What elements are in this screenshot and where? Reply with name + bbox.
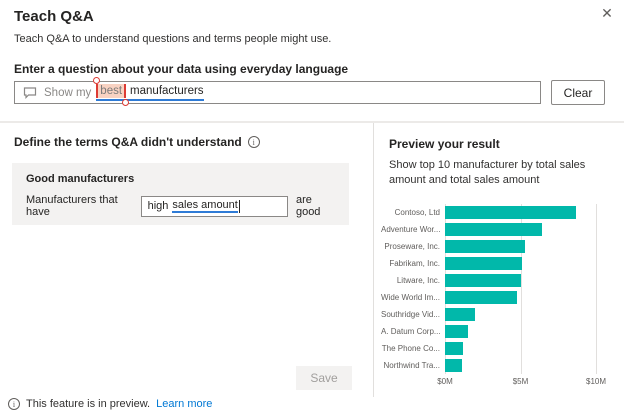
- chart-gridline: [596, 204, 597, 374]
- chart-category-label: Southridge Vid...: [381, 306, 445, 323]
- term-definition-row: Manufacturers that have highsales amount…: [26, 194, 335, 218]
- define-terms-heading-text: Define the terms Q&A didn't understand: [14, 135, 242, 149]
- close-icon: ✕: [601, 5, 613, 21]
- teach-qa-dialog: ✕ Teach Q&A Teach Q&A to understand ques…: [0, 0, 624, 418]
- x-axis-tick-label: $10M: [586, 377, 606, 386]
- chart-category-label: Northwind Tra...: [381, 357, 445, 374]
- question-term-group: best manufacturers: [96, 84, 203, 101]
- preview-description: Show top 10 manufacturer by total sales …: [389, 158, 621, 189]
- x-axis-tick-label: $5M: [513, 377, 529, 386]
- close-button[interactable]: ✕: [596, 2, 618, 24]
- definition-input[interactable]: highsales amount: [141, 196, 288, 217]
- text-caret: [239, 200, 240, 213]
- preview-notice-text: This feature is in preview.: [26, 398, 150, 410]
- chart-category-label: Litware, Inc.: [381, 272, 445, 289]
- definition-suffix-label: are good: [296, 194, 335, 218]
- chart-category-label: Proseware, Inc.: [381, 238, 445, 255]
- term-definition-card: Good manufacturers Manufacturers that ha…: [12, 163, 349, 225]
- term-card-title: Good manufacturers: [26, 173, 335, 185]
- preview-bar-chart: Contoso, LtdAdventure Wor...Proseware, I…: [381, 204, 596, 391]
- vertical-divider: [373, 123, 374, 397]
- chart-category-label: The Phone Co...: [381, 340, 445, 357]
- definition-input-text: high: [148, 200, 169, 212]
- horizontal-divider: [0, 121, 624, 123]
- chart-category-label: Contoso, Ltd: [381, 204, 445, 221]
- chart-bar[interactable]: [445, 223, 542, 236]
- question-recognized-term[interactable]: manufacturers: [130, 85, 204, 97]
- chart-x-axis: $0M$5M$10M: [445, 377, 596, 391]
- question-input[interactable]: Show my best manufacturers: [14, 81, 541, 104]
- question-section-label: Enter a question about your data using e…: [14, 62, 348, 76]
- definition-input-recognized-text: sales amount: [172, 199, 237, 213]
- dialog-title: Teach Q&A: [14, 8, 94, 25]
- chart-bar[interactable]: [445, 359, 462, 372]
- definition-prefix-label: Manufacturers that have: [26, 194, 133, 218]
- question-text-prefix: Show my: [44, 87, 91, 99]
- chart-bar[interactable]: [445, 274, 521, 287]
- chart-bar[interactable]: [445, 342, 463, 355]
- preview-feature-notice: i This feature is in preview. Learn more: [8, 398, 212, 410]
- chart-bar[interactable]: [445, 291, 517, 304]
- chart-plot-area: [445, 204, 596, 374]
- save-button[interactable]: Save: [296, 366, 352, 390]
- chart-bar[interactable]: [445, 308, 475, 321]
- info-icon[interactable]: i: [248, 136, 260, 148]
- chart-category-label: Wide World Im...: [381, 289, 445, 306]
- chart-body: Contoso, LtdAdventure Wor...Proseware, I…: [381, 204, 596, 374]
- dialog-subtitle: Teach Q&A to understand questions and te…: [14, 33, 331, 45]
- chart-category-labels: Contoso, LtdAdventure Wor...Proseware, I…: [381, 204, 445, 374]
- chart-category-label: A. Datum Corp...: [381, 323, 445, 340]
- clear-button[interactable]: Clear: [551, 80, 605, 105]
- chart-category-label: Adventure Wor...: [381, 221, 445, 238]
- chart-bar[interactable]: [445, 325, 468, 338]
- chart-category-label: Fabrikam, Inc.: [381, 255, 445, 272]
- learn-more-link[interactable]: Learn more: [156, 398, 212, 410]
- chat-bubble-icon: [23, 87, 37, 99]
- chart-bar[interactable]: [445, 240, 525, 253]
- info-icon: i: [8, 398, 20, 410]
- chart-bar[interactable]: [445, 257, 522, 270]
- question-highlighted-term[interactable]: best: [96, 84, 126, 98]
- preview-heading: Preview your result: [389, 137, 500, 151]
- chart-bar[interactable]: [445, 206, 576, 219]
- x-axis-tick-label: $0M: [437, 377, 453, 386]
- define-terms-heading: Define the terms Q&A didn't understand i: [14, 135, 260, 149]
